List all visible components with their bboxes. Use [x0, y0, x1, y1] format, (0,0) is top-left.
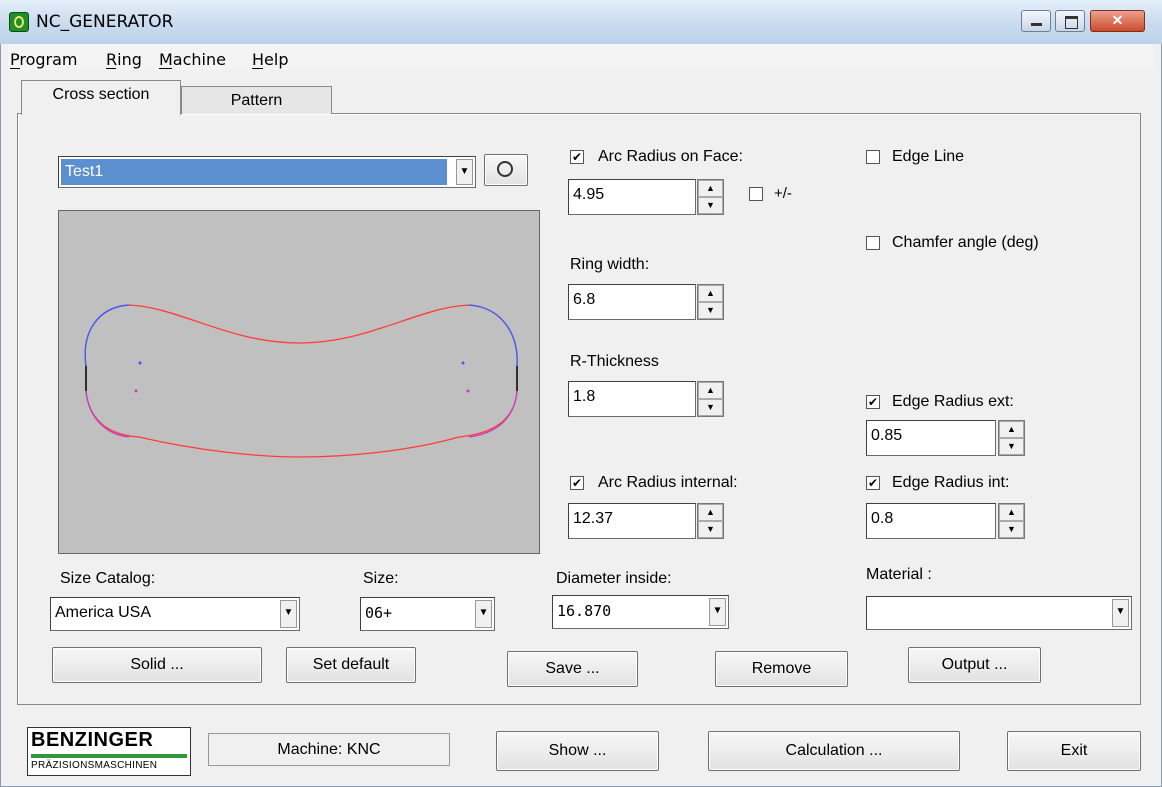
spin-up-icon[interactable]: ▲ [698, 285, 723, 302]
machine-status: Machine: KNC [208, 733, 450, 766]
ring-width-spinner[interactable]: ▲ ▼ [697, 284, 724, 320]
material-label: Material : [866, 566, 932, 583]
diameter-inside-label: Diameter inside: [556, 570, 672, 587]
chevron-down-icon[interactable]: ▼ [709, 598, 726, 626]
edge-radius-ext-label: Edge Radius ext: [892, 393, 1014, 410]
set-default-button[interactable]: Set default [286, 647, 416, 683]
remove-button[interactable]: Remove [715, 651, 848, 687]
cross-section-preview [58, 210, 540, 554]
maximize-button[interactable] [1055, 10, 1085, 32]
size-catalog-label: Size Catalog: [60, 570, 156, 587]
spin-down-icon[interactable]: ▼ [698, 302, 723, 319]
menu-program[interactable]: Program [10, 50, 78, 69]
tab-cross-section[interactable]: Cross section [21, 80, 181, 115]
size-select[interactable]: 06+ ▼ [360, 597, 495, 631]
logo-main-text: BENZINGER [31, 729, 154, 751]
calculation-button[interactable]: Calculation ... [708, 731, 960, 771]
ring-width-input[interactable]: 6.8 [568, 284, 696, 320]
spin-up-icon[interactable]: ▲ [999, 421, 1024, 438]
size-catalog-select[interactable]: America USA ▼ [50, 597, 300, 631]
logo-sub-text: PRÄZISIONSMASCHINEN [31, 760, 158, 771]
profile-select-value: Test1 [61, 159, 447, 185]
arc-radius-face-spinner[interactable]: ▲ ▼ [697, 179, 724, 215]
r-thickness-input[interactable]: 1.8 [568, 381, 696, 417]
profile-select[interactable]: Test1 ▼ [58, 156, 476, 188]
logo-stripe [31, 754, 187, 758]
r-thickness-label: R-Thickness [570, 353, 659, 370]
menu-machine[interactable]: Machine [159, 50, 226, 69]
output-button[interactable]: Output ... [908, 647, 1041, 683]
arc-radius-internal-checkbox[interactable]: ✔ [570, 476, 584, 490]
benzinger-logo: BENZINGER PRÄZISIONSMASCHINEN [27, 727, 191, 776]
edge-radius-ext-checkbox[interactable]: ✔ [866, 395, 880, 409]
arc-radius-internal-input[interactable]: 12.37 [568, 503, 696, 539]
chevron-down-icon[interactable]: ▼ [475, 600, 492, 628]
size-label: Size: [363, 570, 399, 587]
plusminus-label: +/- [774, 185, 792, 202]
chamfer-angle-checkbox[interactable] [866, 236, 880, 250]
ring-width-label: Ring width: [570, 256, 650, 273]
chevron-down-icon[interactable]: ▼ [280, 600, 297, 628]
spin-down-icon[interactable]: ▼ [999, 521, 1024, 538]
solid-button[interactable]: Solid ... [52, 647, 262, 683]
edge-radius-int-input[interactable]: 0.8 [866, 503, 996, 539]
arc-radius-internal-label: Arc Radius internal: [598, 474, 738, 491]
show-button[interactable]: Show ... [496, 731, 659, 771]
spin-down-icon[interactable]: ▼ [698, 521, 723, 538]
edge-radius-int-label: Edge Radius int: [892, 474, 1010, 491]
arc-radius-face-checkbox[interactable]: ✔ [570, 150, 584, 164]
material-select[interactable]: ▼ [866, 596, 1132, 630]
spin-down-icon[interactable]: ▼ [698, 197, 723, 214]
exit-button[interactable]: Exit [1007, 731, 1141, 771]
chamfer-angle-label: Chamfer angle (deg) [892, 234, 1039, 251]
edge-radius-int-checkbox[interactable]: ✔ [866, 476, 880, 490]
title-bar[interactable] [0, 0, 1162, 44]
close-icon: ✕ [1111, 12, 1124, 28]
plusminus-checkbox[interactable] [749, 187, 763, 201]
spin-up-icon[interactable]: ▲ [698, 382, 723, 399]
arc-radius-face-label: Arc Radius on Face: [598, 148, 743, 165]
minimize-icon [1031, 23, 1042, 26]
spin-up-icon[interactable]: ▲ [698, 180, 723, 197]
profile-drawing [84, 304, 518, 458]
r-thickness-spinner[interactable]: ▲ ▼ [697, 381, 724, 417]
spin-down-icon[interactable]: ▼ [698, 399, 723, 416]
edge-line-label: Edge Line [892, 148, 965, 165]
menu-help[interactable]: Help [252, 50, 288, 69]
menu-ring[interactable]: Ring [106, 50, 142, 69]
size-catalog-value: America USA [55, 604, 152, 621]
magnifier-icon [497, 161, 513, 177]
spin-up-icon[interactable]: ▲ [698, 504, 723, 521]
maximize-icon [1065, 16, 1078, 29]
close-button[interactable]: ✕ [1090, 10, 1145, 32]
app-icon [9, 12, 29, 32]
edge-radius-ext-input[interactable]: 0.85 [866, 420, 996, 456]
window-title: NC_GENERATOR [36, 12, 174, 32]
zoom-button[interactable] [484, 154, 528, 186]
save-button[interactable]: Save ... [507, 651, 638, 687]
chevron-down-icon[interactable]: ▼ [456, 159, 473, 185]
size-value: 06+ [365, 604, 393, 622]
chevron-down-icon[interactable]: ▼ [1112, 599, 1129, 627]
spin-down-icon[interactable]: ▼ [999, 438, 1024, 455]
tab-pattern[interactable]: Pattern [181, 86, 332, 114]
diameter-inside-value: 16.870 [557, 602, 612, 620]
arc-radius-face-input[interactable]: 4.95 [568, 179, 696, 215]
arc-radius-internal-spinner[interactable]: ▲ ▼ [697, 503, 724, 539]
edge-radius-int-spinner[interactable]: ▲ ▼ [998, 503, 1025, 539]
edge-radius-ext-spinner[interactable]: ▲ ▼ [998, 420, 1025, 456]
spin-up-icon[interactable]: ▲ [999, 504, 1024, 521]
diameter-inside-select[interactable]: 16.870 ▼ [552, 595, 729, 629]
minimize-button[interactable] [1021, 10, 1051, 32]
edge-line-checkbox[interactable] [866, 150, 880, 164]
